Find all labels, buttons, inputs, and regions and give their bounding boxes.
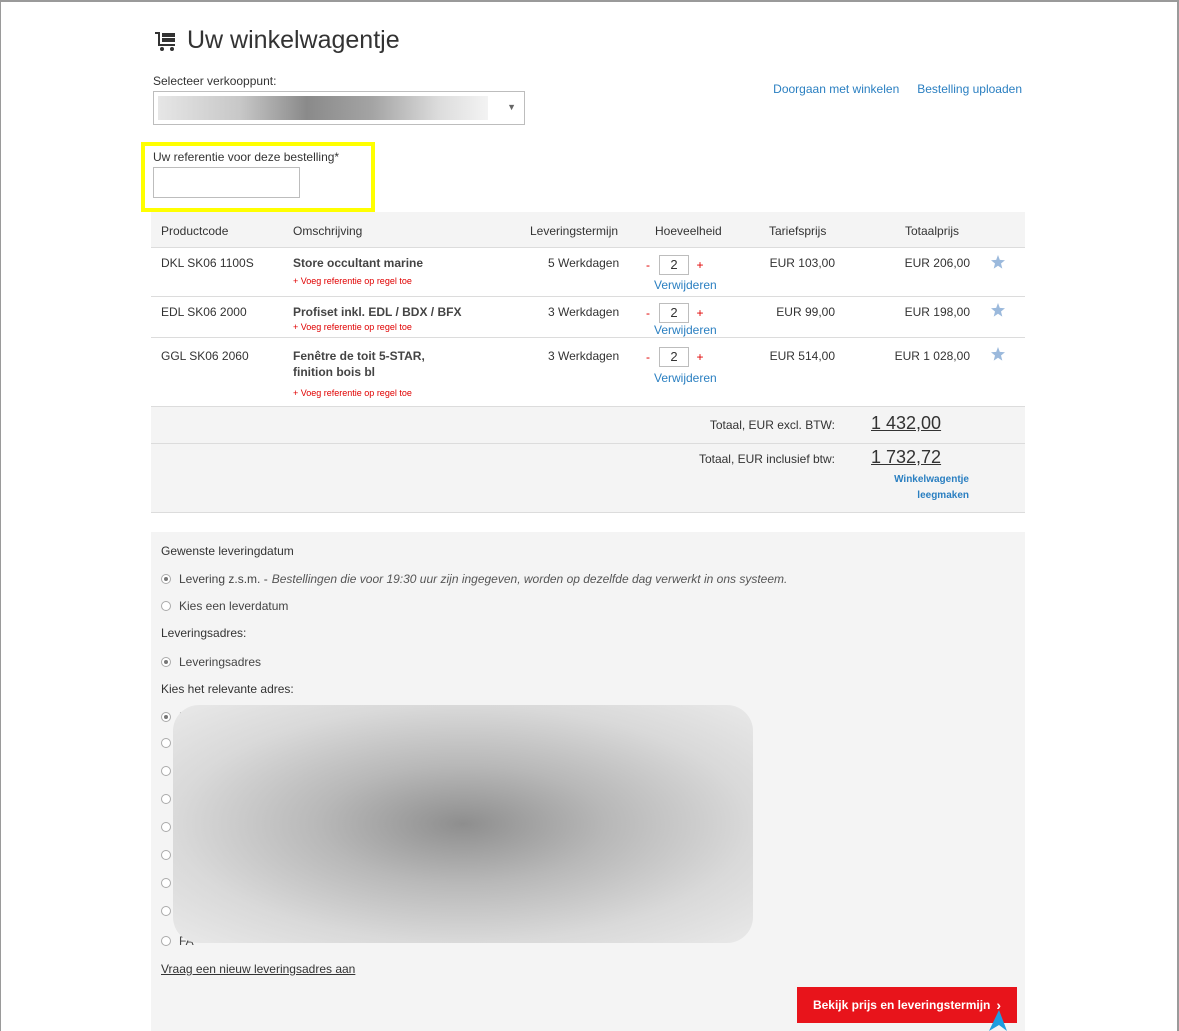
outlet-select-value: [158, 96, 488, 120]
total-incl-label: Totaal, EUR inclusief btw:: [698, 452, 835, 466]
row-3-remove-link[interactable]: Verwijderen: [654, 371, 717, 385]
row-2-unit-price: EUR 99,00: [776, 305, 835, 319]
delivery-address-heading: Leveringsadres:: [161, 626, 247, 640]
choose-date-label: Kies een leverdatum: [179, 599, 289, 613]
radio-icon: [161, 601, 171, 611]
row-2-leadtime: 3 Werkdagen: [548, 305, 620, 319]
row-3-total-price: EUR 1 028,00: [894, 349, 970, 363]
row-1-leadtime: 5 Werkdagen: [548, 256, 620, 270]
outlet-select[interactable]: ▼: [153, 91, 525, 125]
row-divider: [151, 406, 1025, 407]
header-hoeveelheid: Hoeveelheid: [655, 224, 722, 238]
radio-selected-icon: [161, 657, 171, 667]
chevron-down-icon: ▼: [507, 102, 516, 112]
row-2-remove-link[interactable]: Verwijderen: [654, 323, 717, 337]
header-omschrijving: Omschrijving: [293, 224, 363, 238]
row-2-increase-button[interactable]: +: [693, 306, 707, 320]
row-2-code: EDL SK06 2000: [161, 305, 247, 319]
row-divider: [151, 512, 1025, 513]
cart-icon: [155, 31, 175, 51]
row-1-favorite-star-icon[interactable]: [991, 255, 1005, 269]
delivery-date-heading: Gewenste leveringdatum: [161, 544, 294, 558]
row-3-add-reference-link[interactable]: + Voeg referentie op regel toe: [293, 388, 412, 398]
row-2-description: Profiset inkl. EDL / BDX / BFX: [293, 305, 462, 319]
radio-icon: [161, 794, 171, 804]
delivery-address-label: Leveringsadres: [179, 655, 262, 669]
total-incl-value: 1 732,72: [871, 447, 942, 467]
row-3-code: GGL SK06 2060: [161, 349, 249, 363]
row-1-add-reference-link[interactable]: + Voeg referentie op regel toe: [293, 276, 412, 286]
view-price-delivery-button[interactable]: Bekijk prijs en leveringstermijn ›: [797, 987, 1017, 1023]
row-1-unit-price: EUR 103,00: [769, 256, 835, 270]
row-1-quantity-stepper: - 2 +: [641, 254, 707, 276]
delivery-asap-radio[interactable]: Levering z.s.m. - Bestellingen die voor …: [161, 572, 787, 586]
row-3-decrease-button[interactable]: -: [641, 350, 655, 364]
delivery-asap-note: Bestellingen die voor 19:30 uur zijn ing…: [271, 572, 788, 586]
row-1-decrease-button[interactable]: -: [641, 258, 655, 272]
window-left-border: [0, 0, 1, 1031]
row-1-quantity-input[interactable]: 2: [659, 255, 689, 275]
clear-cart-link[interactable]: Winkelwagentje leegmaken: [869, 472, 969, 504]
row-2-decrease-button[interactable]: -: [641, 306, 655, 320]
radio-icon: [161, 822, 171, 832]
header-tariefsprijs: Tariefsprijs: [769, 224, 827, 238]
row-1-description: Store occultant marine: [293, 256, 424, 270]
page-title: Uw winkelwagentje: [155, 26, 400, 55]
radio-icon: [161, 766, 171, 776]
header-leveringstermijn: Leveringstermijn: [530, 224, 619, 238]
reference-label: Uw referentie voor deze bestelling*: [153, 150, 340, 164]
choose-date-radio[interactable]: Kies een leverdatum: [161, 599, 288, 613]
upload-order-link[interactable]: Bestelling uploaden: [917, 82, 1022, 96]
mouse-cursor-icon: [989, 1010, 1007, 1031]
header-totaalprijs: Totaalprijs: [905, 224, 960, 238]
row-3-leadtime: 3 Werkdagen: [548, 349, 620, 363]
row-3-favorite-star-icon[interactable]: [991, 347, 1005, 361]
row-1-code: DKL SK06 1100S: [161, 256, 254, 270]
row-2-favorite-star-icon[interactable]: [991, 303, 1005, 317]
row-divider: [151, 443, 1025, 444]
row-divider: [151, 247, 1025, 248]
page-title-text: Uw winkelwagentje: [187, 26, 400, 54]
radio-icon: [161, 936, 171, 946]
outlet-label: Selecteer verkooppunt:: [153, 74, 277, 88]
row-3-increase-button[interactable]: +: [693, 350, 707, 364]
row-3-quantity-input[interactable]: 2: [659, 347, 689, 367]
reference-input[interactable]: [153, 167, 300, 198]
delivery-address-radio[interactable]: Leveringsadres: [161, 655, 261, 669]
continue-shopping-link[interactable]: Doorgaan met winkelen: [773, 82, 899, 96]
row-2-add-reference-link[interactable]: + Voeg referentie op regel toe: [293, 322, 412, 332]
window-top-border: [0, 0, 1179, 2]
row-1-remove-link[interactable]: Verwijderen: [654, 278, 717, 292]
radio-icon: [161, 850, 171, 860]
table-body: [151, 248, 1025, 406]
row-2-quantity-input[interactable]: 2: [659, 303, 689, 323]
redacted-address-list: [173, 705, 753, 943]
top-links: Doorgaan met winkelen Bestelling uploade…: [773, 82, 1022, 96]
radio-selected-icon: [161, 574, 171, 584]
view-price-delivery-label: Bekijk prijs en leveringstermijn: [812, 998, 991, 1012]
radio-selected-icon: [161, 712, 171, 722]
header-productcode: Productcode: [161, 224, 229, 238]
row-divider: [151, 337, 1025, 338]
total-excl-label: Totaal, EUR excl. BTW:: [709, 418, 835, 432]
row-3-description: Fenêtre de toit 5-STAR, finition bois bl: [293, 349, 425, 379]
row-3-unit-price: EUR 514,00: [769, 349, 835, 363]
request-new-address-link[interactable]: Vraag een nieuw leveringsadres aan: [161, 962, 355, 976]
radio-icon: [161, 738, 171, 748]
delivery-asap-label: Levering z.s.m. -: [179, 572, 268, 586]
radio-icon: [161, 906, 171, 916]
row-1-increase-button[interactable]: +: [693, 258, 707, 272]
row-3-quantity-stepper: - 2 +: [641, 346, 707, 368]
relevant-address-heading: Kies het relevante adres:: [161, 682, 294, 696]
row-2-quantity-stepper: - 2 +: [641, 302, 707, 324]
row-1-total-price: EUR 206,00: [904, 256, 970, 270]
row-divider: [151, 296, 1025, 297]
row-2-total-price: EUR 198,00: [904, 305, 970, 319]
radio-icon: [161, 878, 171, 888]
total-excl-value: 1 432,00: [871, 413, 942, 433]
